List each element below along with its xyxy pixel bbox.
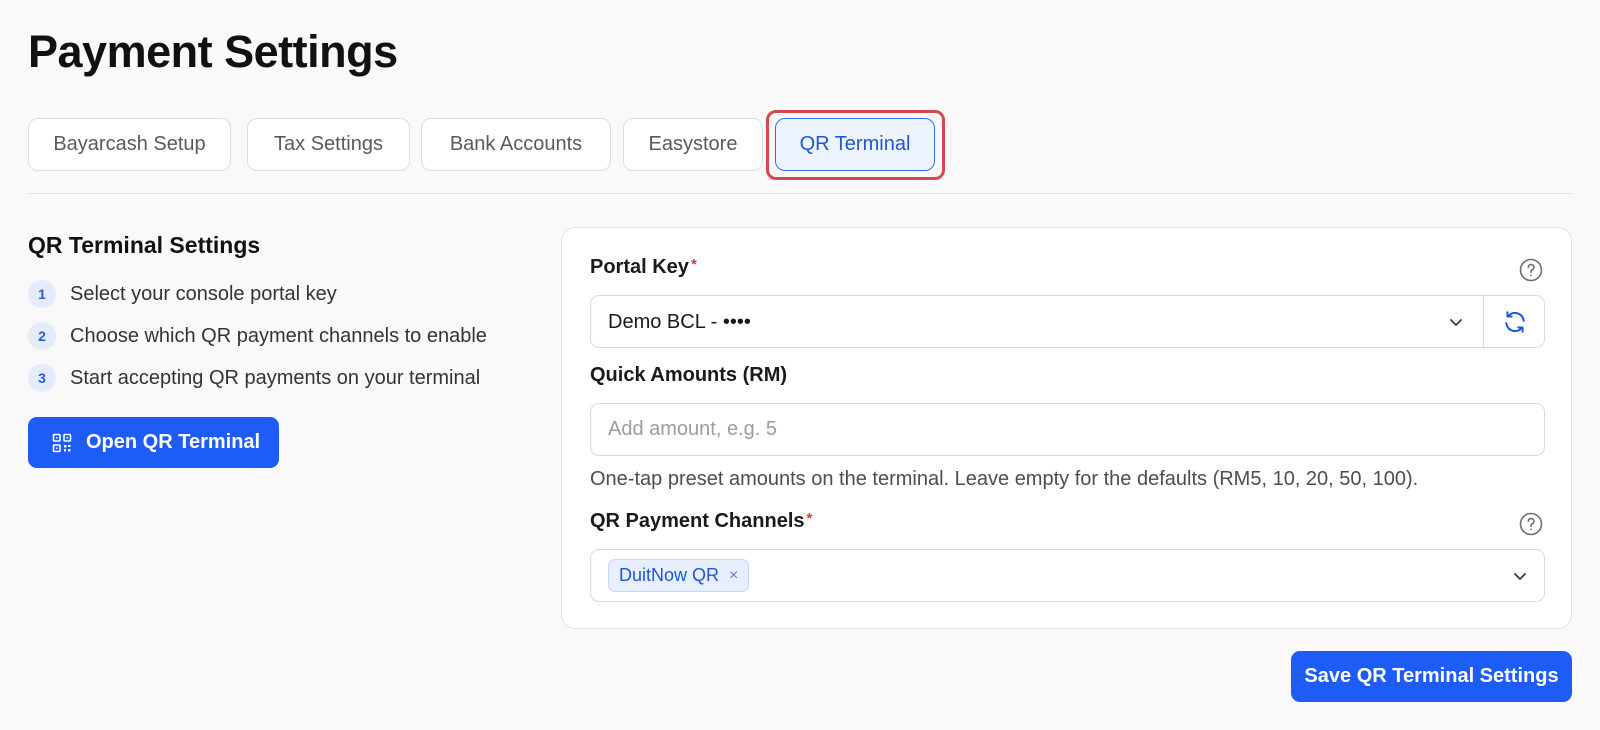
portal-key-select[interactable]: Demo BCL - •••• <box>590 295 1545 348</box>
remove-chip-icon[interactable]: × <box>729 567 738 585</box>
tab-label: Bayarcash Setup <box>53 133 206 155</box>
refresh-portal-keys-button[interactable] <box>1484 296 1545 347</box>
payment-settings-page: Payment Settings Bayarcash Setup Tax Set… <box>0 0 1600 730</box>
qr-channels-label-text: QR Payment Channels <box>590 510 805 532</box>
qr-code-icon <box>52 433 72 452</box>
intro-panel: QR Terminal Settings 1 Select your conso… <box>28 232 548 399</box>
tab-label: Tax Settings <box>274 133 383 155</box>
tab-label: Easystore <box>648 133 738 155</box>
quick-amounts-input[interactable] <box>590 403 1545 456</box>
channel-chip-duitnow-qr: DuitNow QR × <box>608 559 750 592</box>
save-qr-terminal-settings-button[interactable]: Save QR Terminal Settings <box>1291 651 1572 702</box>
step-text: Select your console portal key <box>70 282 337 305</box>
setup-steps: 1 Select your console portal key 2 Choos… <box>28 273 548 399</box>
quick-amounts-helper: One-tap preset amounts on the terminal. … <box>590 468 1419 490</box>
portal-key-value: Demo BCL - •••• <box>608 311 751 333</box>
portal-key-label: Portal Key * <box>590 256 697 279</box>
tab-bayarcash-setup[interactable]: Bayarcash Setup <box>28 118 231 171</box>
page-title: Payment Settings <box>28 26 398 77</box>
tab-tax-settings[interactable]: Tax Settings <box>247 118 410 171</box>
required-mark: * <box>806 510 813 527</box>
tab-label: QR Terminal <box>799 133 911 155</box>
tab-qr-terminal[interactable]: QR Terminal <box>775 118 935 171</box>
required-mark: * <box>690 256 697 273</box>
chevron-down-icon <box>1450 319 1462 326</box>
refresh-icon <box>1504 310 1525 333</box>
qr-channels-label: QR Payment Channels * <box>590 510 812 533</box>
quick-amounts-label: Quick Amounts (RM) <box>590 364 788 386</box>
step-item: 2 Choose which QR payment channels to en… <box>28 315 548 357</box>
tabs-divider <box>28 193 1572 194</box>
tab-easystore[interactable]: Easystore <box>623 118 763 171</box>
open-qr-terminal-button[interactable]: Open QR Terminal <box>28 417 279 468</box>
step-text: Start accepting QR payments on your term… <box>70 366 481 389</box>
step-number-badge: 1 <box>28 280 56 308</box>
help-circle-icon[interactable] <box>1519 258 1543 282</box>
portal-key-label-text: Portal Key <box>590 256 689 278</box>
step-text: Choose which QR payment channels to enab… <box>70 324 487 347</box>
step-item: 3 Start accepting QR payments on your te… <box>28 357 548 399</box>
channel-chip-label: DuitNow QR <box>619 565 720 585</box>
tab-bank-accounts[interactable]: Bank Accounts <box>421 118 611 171</box>
step-number-badge: 2 <box>28 322 56 350</box>
intro-heading: QR Terminal Settings <box>28 232 261 258</box>
step-item: 1 Select your console portal key <box>28 273 548 315</box>
help-circle-icon[interactable] <box>1519 512 1543 536</box>
tab-label: Bank Accounts <box>449 133 583 155</box>
save-button-label: Save QR Terminal Settings <box>1304 665 1559 687</box>
step-number-badge: 3 <box>28 364 56 392</box>
qr-terminal-settings-card: Portal Key * Demo BCL - •••• Quick Amoun… <box>561 227 1572 629</box>
chevron-down-icon <box>1514 573 1526 580</box>
qr-channels-multiselect[interactable]: DuitNow QR × <box>590 549 1545 602</box>
open-qr-terminal-label: Open QR Terminal <box>86 431 261 453</box>
